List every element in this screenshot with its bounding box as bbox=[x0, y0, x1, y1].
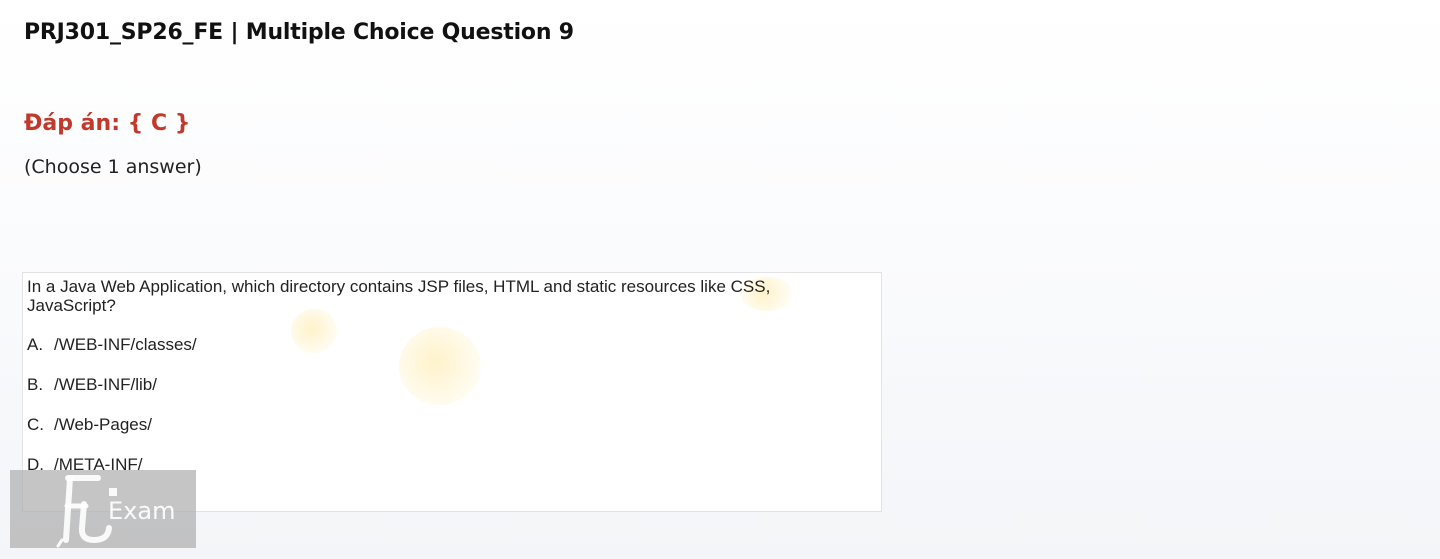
decorative-blob bbox=[291, 309, 337, 353]
option-text: /WEB-INF/classes/ bbox=[54, 335, 197, 354]
option-c: C. /Web-Pages/ bbox=[27, 415, 152, 435]
option-b: B. /WEB-INF/lib/ bbox=[27, 375, 157, 395]
fu-logo-icon bbox=[56, 475, 117, 548]
answer-key: Đáp án: { C } bbox=[24, 111, 191, 136]
answer-instruction: (Choose 1 answer) bbox=[24, 156, 202, 178]
decorative-blob bbox=[399, 327, 481, 405]
option-text: /Web-Pages/ bbox=[54, 415, 152, 434]
option-letter: B. bbox=[27, 375, 44, 394]
option-letter: C. bbox=[27, 415, 44, 434]
question-text: In a Java Web Application, which directo… bbox=[27, 277, 771, 315]
option-a: A. /WEB-INF/classes/ bbox=[27, 335, 197, 355]
option-letter: A. bbox=[27, 335, 44, 354]
watermark: Exam bbox=[10, 470, 196, 548]
page-title: PRJ301_SP26_FE | Multiple Choice Questio… bbox=[24, 20, 574, 45]
option-text: /WEB-INF/lib/ bbox=[54, 375, 157, 394]
watermark-text: Exam bbox=[108, 497, 176, 525]
